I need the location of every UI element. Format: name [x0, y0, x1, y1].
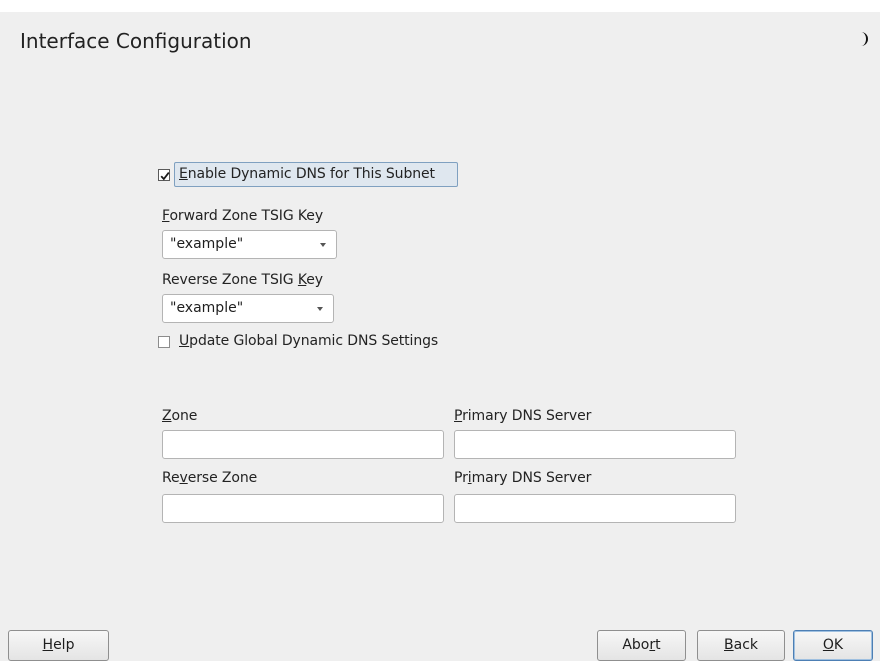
- forward-key-label-rest: orward Zone TSIG Key: [169, 208, 324, 224]
- enable-ddns-label[interactable]: Enable Dynamic DNS for This Subnet: [179, 166, 435, 182]
- dialog-window: Interface Configuration Enable Dynamic D…: [0, 0, 880, 661]
- back-button[interactable]: Back: [697, 630, 785, 661]
- help-mnemonic: H: [42, 637, 54, 653]
- enable-ddns-checkbox[interactable]: [158, 169, 170, 181]
- reverse-zone-input[interactable]: [162, 494, 444, 523]
- page-title: Interface Configuration: [20, 29, 252, 53]
- forward-key-label: Forward Zone TSIG Key: [162, 208, 323, 224]
- abort-mnemonic: r: [649, 637, 656, 653]
- forward-key-select[interactable]: "example": [162, 230, 337, 259]
- reverse-zone-label-rest: erse Zone: [187, 470, 258, 486]
- reverse-primary-label-rest: mary DNS Server: [471, 470, 592, 486]
- reverse-key-label-rest: ey: [306, 272, 323, 288]
- zone-label-rest: one: [171, 408, 198, 424]
- update-global-label-rest: pdate Global Dynamic DNS Settings: [189, 333, 439, 349]
- help-button[interactable]: Help: [8, 630, 109, 661]
- reverse-key-label-prefix: Reverse Zone TSIG: [162, 272, 298, 288]
- reverse-zone-label-prefix: Re: [162, 470, 180, 486]
- zone-input[interactable]: [162, 430, 444, 459]
- back-label-rest: ack: [733, 637, 758, 653]
- forward-key-value: "example": [170, 236, 244, 252]
- reverse-primary-dns-label: Primary DNS Server: [454, 470, 591, 486]
- moon-icon: [861, 32, 868, 46]
- help-label-rest: elp: [53, 637, 75, 653]
- reverse-primary-dns-input[interactable]: [454, 494, 736, 523]
- enable-ddns-mnemonic: E: [179, 166, 188, 182]
- back-mnemonic: B: [724, 637, 734, 653]
- update-global-mnemonic: U: [179, 333, 190, 349]
- reverse-key-select[interactable]: "example": [162, 294, 334, 323]
- zone-primary-label-rest: rimary DNS Server: [462, 408, 592, 424]
- enable-ddns-label-rest: nable Dynamic DNS for This Subnet: [187, 166, 435, 182]
- zone-primary-dns-input[interactable]: [454, 430, 736, 459]
- zone-label: Zone: [162, 408, 197, 424]
- chevron-down-icon: [320, 243, 326, 247]
- reverse-key-label: Reverse Zone TSIG Key: [162, 272, 323, 288]
- update-global-label[interactable]: Update Global Dynamic DNS Settings: [179, 333, 438, 349]
- reverse-zone-mnemonic: v: [179, 470, 188, 486]
- ok-label-rest: K: [833, 637, 844, 653]
- reverse-primary-label-prefix: Pr: [454, 470, 468, 486]
- zone-primary-dns-label: Primary DNS Server: [454, 408, 591, 424]
- reverse-zone-label: Reverse Zone: [162, 470, 257, 486]
- abort-button[interactable]: Abort: [597, 630, 686, 661]
- zone-primary-mnemonic: P: [454, 408, 463, 424]
- abort-label-prefix: Abo: [622, 637, 650, 653]
- zone-mnemonic: Z: [162, 408, 172, 424]
- ok-button[interactable]: OK: [793, 630, 873, 661]
- checkmark-icon: [160, 172, 170, 181]
- reverse-key-value: "example": [170, 300, 244, 316]
- update-global-checkbox[interactable]: [158, 336, 170, 348]
- ok-mnemonic: O: [822, 637, 834, 653]
- abort-label-rest: t: [655, 637, 661, 653]
- chevron-down-icon: [317, 307, 323, 311]
